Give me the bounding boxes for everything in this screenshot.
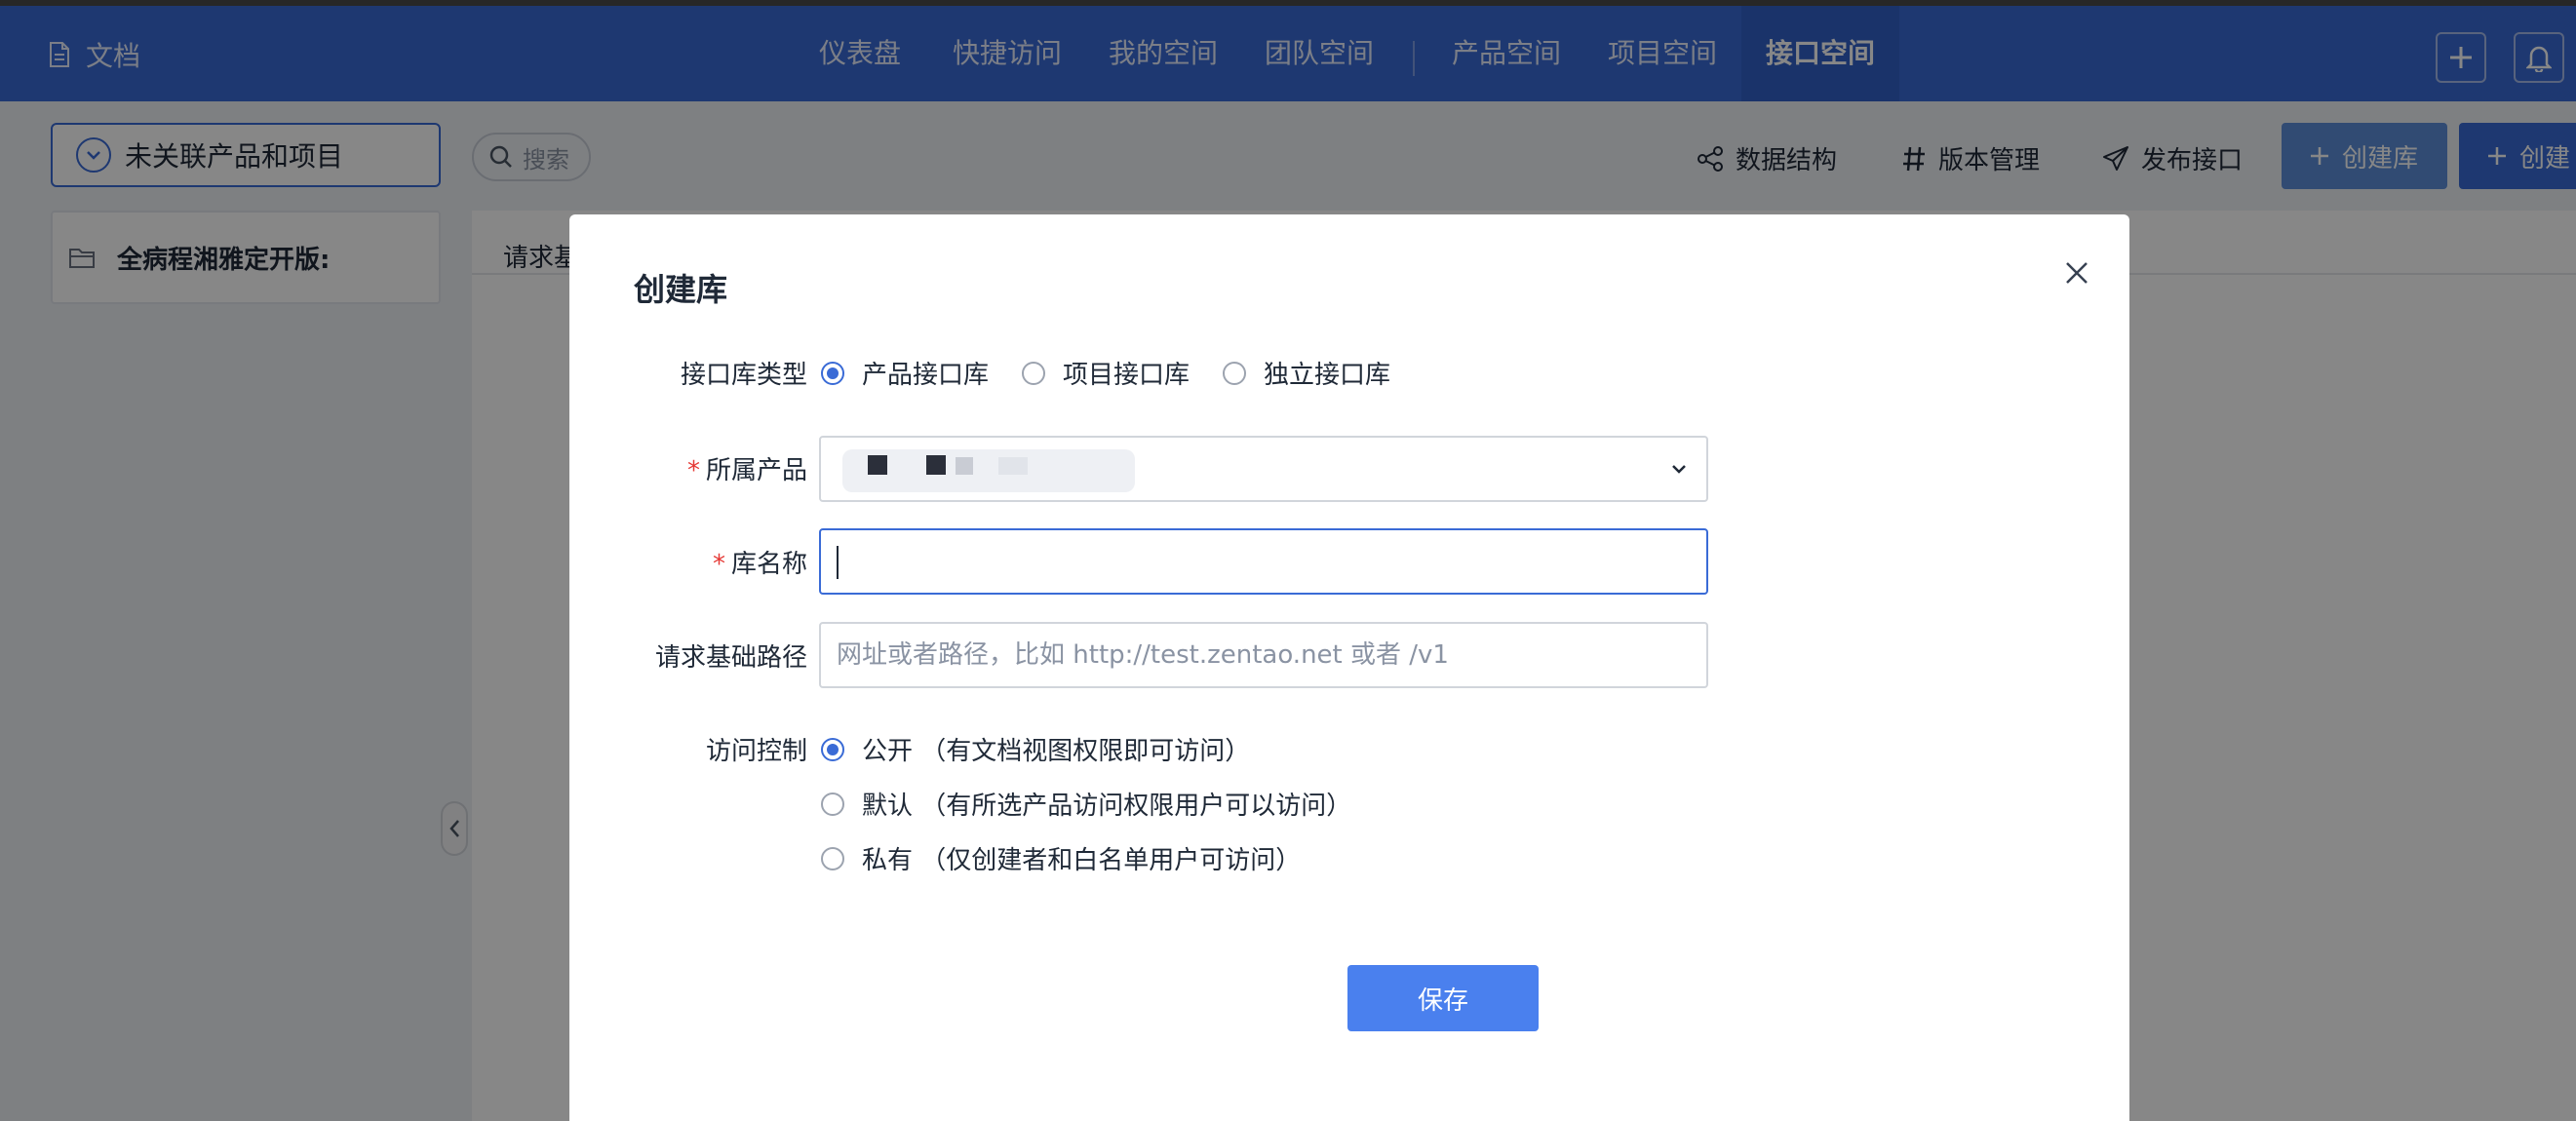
chevron-down-icon (1672, 465, 1686, 474)
lib-name-label-text: 库名称 (730, 550, 807, 579)
dialog-title: 创建库 (634, 271, 728, 308)
radio-indicator (821, 792, 844, 816)
base-path-field[interactable] (819, 622, 1708, 688)
radio-label: 私有 （仅创建者和白名单用户可访问） (862, 846, 1302, 875)
lib-type-label: 接口库类型 (680, 361, 807, 390)
product-label: * 所属产品 (573, 450, 807, 486)
radio-indicator (821, 737, 844, 761)
radio-label: 公开 （有文档视图权限即可访问） (862, 737, 1251, 766)
radio-label: 产品接口库 (862, 361, 990, 390)
close-icon (2066, 262, 2088, 284)
radio-indicator (821, 361, 844, 385)
base-path-input[interactable] (821, 624, 1706, 686)
lib-name-field[interactable] (819, 528, 1708, 595)
radio-public[interactable]: 公开 （有文档视图权限即可访问） (821, 731, 1250, 767)
save-button[interactable]: 保存 (1347, 965, 1539, 1031)
create-lib-dialog: 创建库 接口库类型 产品接口库 项目接口库 独立接口库 *所属产品 *库名称 (569, 214, 2129, 1121)
radio-indicator (1022, 361, 1046, 385)
radio-label: 项目接口库 (1063, 361, 1190, 390)
required-mark: * (686, 456, 700, 485)
radio-indicator (1223, 361, 1247, 385)
product-select[interactable] (819, 436, 1708, 502)
radio-default[interactable]: 默认 （有所选产品访问权限用户可以访问） (821, 786, 1351, 822)
radio-project-lib[interactable]: 项目接口库 (1022, 355, 1190, 391)
close-button[interactable] (2059, 255, 2094, 290)
radio-private[interactable]: 私有 （仅创建者和白名单用户可访问） (821, 840, 1301, 876)
radio-product-lib[interactable]: 产品接口库 (821, 355, 989, 391)
lib-name-input[interactable] (821, 530, 1706, 593)
product-label-text: 所属产品 (705, 456, 807, 485)
text-caret (837, 546, 839, 579)
required-mark: * (712, 550, 725, 579)
lib-name-label: * 库名称 (573, 544, 807, 580)
redacted-value (842, 449, 1135, 492)
radio-label: 独立接口库 (1264, 361, 1391, 390)
radio-independent-lib[interactable]: 独立接口库 (1223, 355, 1390, 391)
radio-indicator (821, 846, 844, 870)
radio-label: 默认 （有所选产品访问权限用户可以访问） (862, 792, 1352, 821)
lib-type-radio-group: 产品接口库 项目接口库 独立接口库 (821, 355, 1424, 391)
base-path-label: 请求基础路径 (654, 643, 807, 673)
access-label: 访问控制 (705, 737, 807, 766)
